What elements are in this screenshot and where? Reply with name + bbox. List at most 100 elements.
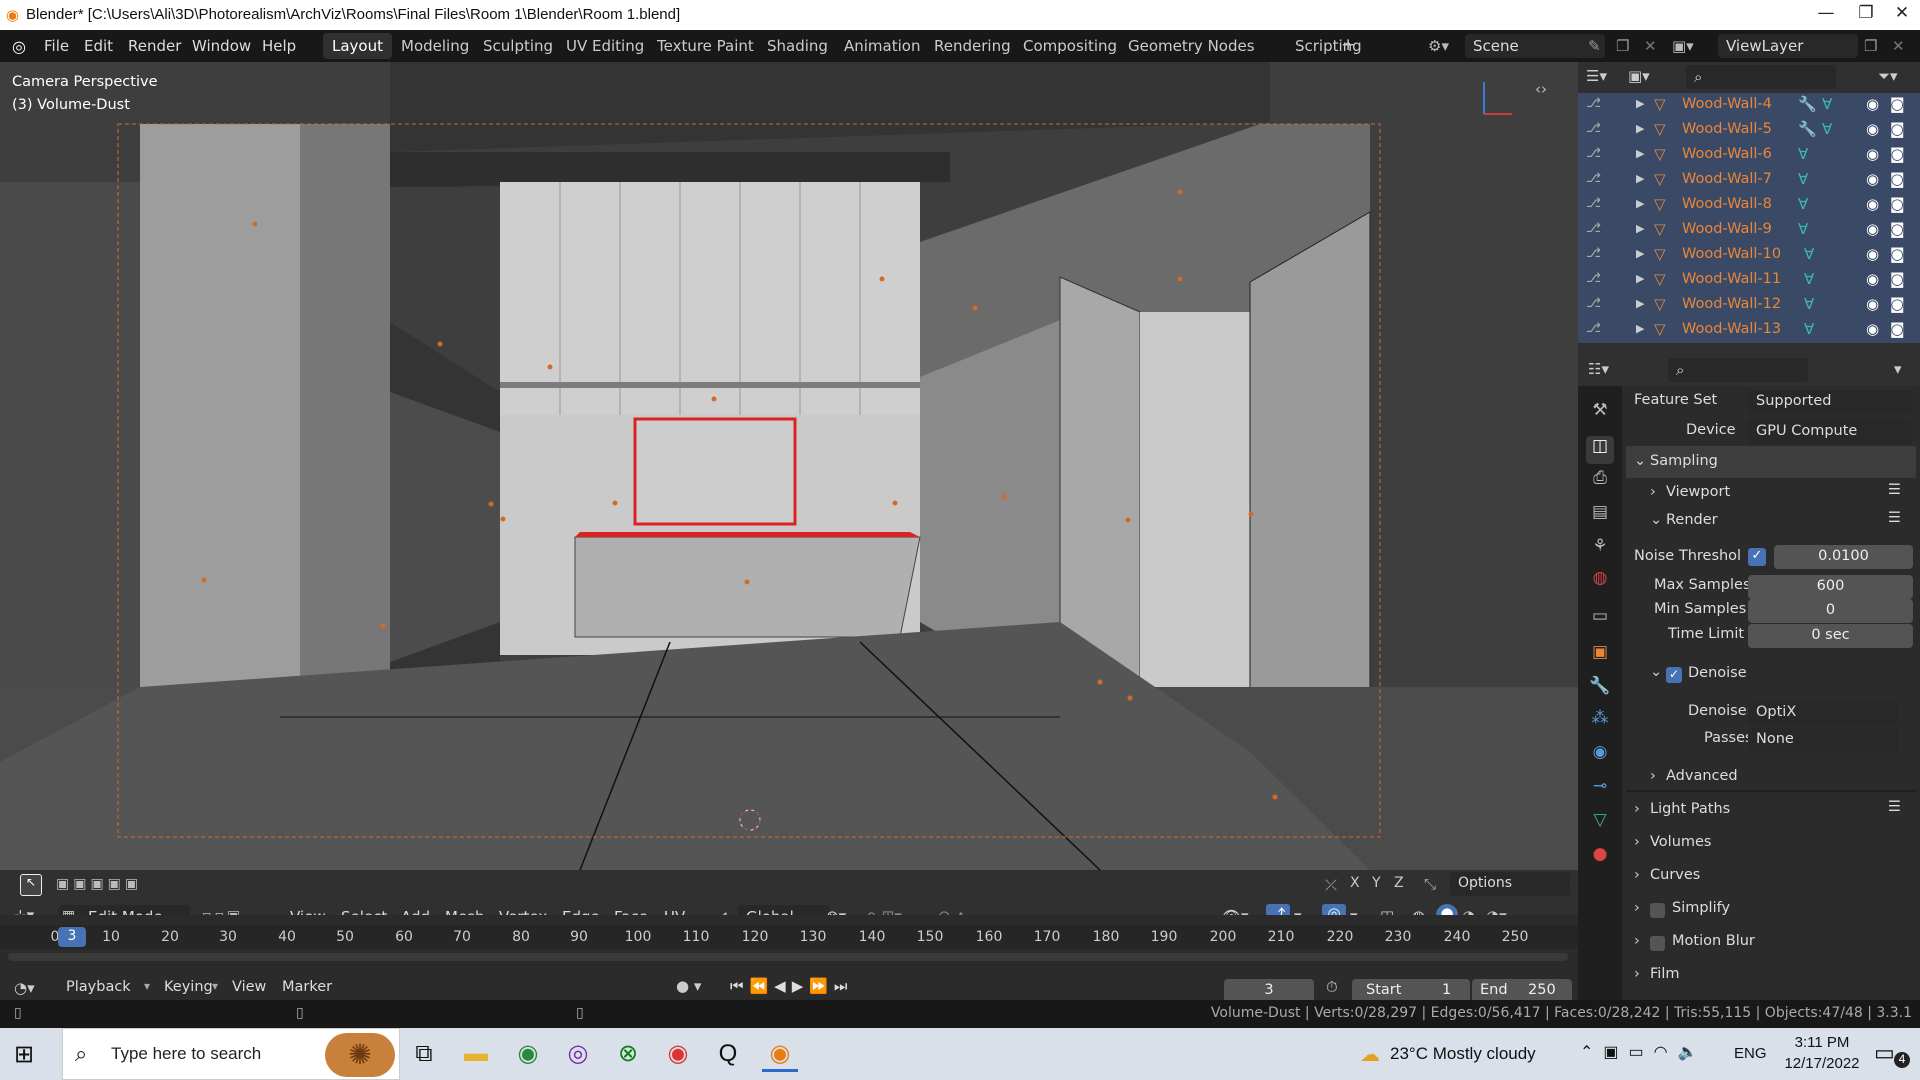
delete-scene-icon[interactable]: ✕ bbox=[1644, 37, 1657, 55]
search-app-icon[interactable]: Q bbox=[710, 1036, 746, 1072]
max-samples-value[interactable]: 600 bbox=[1748, 575, 1913, 599]
system-tray-icons[interactable]: ⌃▣▭◠🔈 bbox=[1580, 1042, 1708, 1062]
current-frame-indicator[interactable]: 3 bbox=[58, 927, 86, 947]
chrome-icon[interactable]: ◉ bbox=[510, 1036, 546, 1072]
tab-uv-editing[interactable]: UV Editing bbox=[557, 33, 653, 59]
frame-ruler[interactable]: 0 3 10 20 30 40 50 60 70 80 90 100 110 1… bbox=[0, 925, 1578, 949]
chrome-profile-icon[interactable]: ◉ bbox=[660, 1036, 696, 1072]
xbox-icon[interactable]: ⊗ bbox=[610, 1036, 646, 1072]
camera-icon[interactable]: ◙ bbox=[1890, 295, 1905, 313]
view-layer-icon[interactable]: ▣▾ bbox=[1672, 37, 1694, 55]
camera-icon[interactable]: ◙ bbox=[1890, 195, 1905, 213]
instagram-icon[interactable]: ◎ bbox=[560, 1036, 596, 1072]
tab-texture-paint[interactable]: Texture Paint bbox=[648, 33, 763, 59]
volumes-panel[interactable]: Volumes bbox=[1650, 834, 1711, 850]
world-tab-icon[interactable]: ◍ bbox=[1586, 568, 1614, 596]
render-tab-icon[interactable]: ◫ bbox=[1586, 436, 1614, 464]
outliner-row[interactable]: ⎇ ▶ ▽ Wood-Wall-5 🔧 ∀ ◉ ◙ bbox=[1578, 118, 1920, 143]
tab-compositing[interactable]: Compositing bbox=[1014, 33, 1126, 59]
minimize-button[interactable]: — bbox=[1808, 3, 1844, 23]
data-tab-icon[interactable]: ▽ bbox=[1586, 810, 1614, 838]
render-subpanel[interactable]: Render bbox=[1666, 512, 1718, 528]
menu-render[interactable]: Render bbox=[128, 37, 181, 55]
chevron-right-icon[interactable]: › bbox=[1650, 484, 1656, 500]
snap-icon[interactable]: ⤡ bbox=[1424, 875, 1436, 893]
properties-search-input[interactable]: ⌕ bbox=[1668, 358, 1808, 382]
playback-controls-icon[interactable]: ⏮⏪◀▶⏩⏭ bbox=[730, 977, 853, 995]
marker-menu[interactable]: Marker bbox=[282, 979, 332, 995]
file-explorer-icon[interactable]: ▬ bbox=[458, 1036, 494, 1072]
axis-y-toggle[interactable]: Y bbox=[1372, 875, 1381, 891]
time-limit-value[interactable]: 0 sec bbox=[1748, 624, 1913, 648]
denoise-checkbox[interactable]: ✓ bbox=[1666, 667, 1682, 683]
outliner-row[interactable]: ⎇ ▶ ▽ Wood-Wall-12 ∀ ◉ ◙ bbox=[1578, 293, 1920, 318]
eye-icon[interactable]: ◉ bbox=[1866, 220, 1879, 238]
timeline-scrollbar[interactable] bbox=[8, 953, 1568, 961]
outliner-row[interactable]: ⎇ ▶ ▽ Wood-Wall-6 ∀ ◉ ◙ bbox=[1578, 143, 1920, 168]
camera-icon[interactable]: ◙ bbox=[1890, 120, 1905, 138]
collection-tab-icon[interactable]: ▭ bbox=[1586, 606, 1614, 634]
eye-icon[interactable]: ◉ bbox=[1866, 120, 1879, 138]
eye-icon[interactable]: ◉ bbox=[1866, 145, 1879, 163]
close-button[interactable]: ✕ bbox=[1884, 3, 1920, 23]
view-layer-tab-icon[interactable]: ▤ bbox=[1586, 502, 1614, 530]
camera-icon[interactable]: ◙ bbox=[1890, 220, 1905, 238]
eye-icon[interactable]: ◉ bbox=[1866, 295, 1879, 313]
properties-options-icon[interactable]: ▾ bbox=[1894, 360, 1902, 378]
min-samples-value[interactable]: 0 bbox=[1748, 599, 1913, 623]
feature-set-dropdown[interactable]: Supported bbox=[1748, 390, 1913, 414]
scene-field[interactable]: Scene bbox=[1465, 34, 1605, 58]
language-indicator[interactable]: ENG bbox=[1734, 1045, 1767, 1062]
light-paths-panel[interactable]: Light Paths bbox=[1650, 801, 1730, 817]
notification-icon[interactable]: ▭ bbox=[1874, 1040, 1895, 1066]
gizmo-toggle-icon[interactable]: ⤫ bbox=[1325, 876, 1337, 894]
noise-threshold-checkbox[interactable]: ✓ bbox=[1748, 548, 1766, 566]
view-menu[interactable]: View bbox=[232, 979, 266, 995]
viewport-subpanel[interactable]: Viewport bbox=[1666, 484, 1730, 500]
presets-icon[interactable]: ☰ bbox=[1888, 799, 1901, 815]
simplify-panel[interactable]: Simplify bbox=[1672, 900, 1730, 916]
camera-icon[interactable]: ◙ bbox=[1890, 95, 1905, 113]
toggle-sidebar-icon[interactable]: ‹› bbox=[1535, 80, 1547, 98]
menu-window[interactable]: Window bbox=[192, 37, 251, 55]
curves-panel[interactable]: Curves bbox=[1650, 867, 1700, 883]
tab-animation[interactable]: Animation bbox=[835, 33, 929, 59]
output-tab-icon[interactable]: ⎙ bbox=[1586, 468, 1614, 496]
outliner-row[interactable]: ⎇ ▶ ▽ Wood-Wall-4 🔧 ∀ ◉ ◙ bbox=[1578, 93, 1920, 118]
menu-file[interactable]: File bbox=[44, 37, 69, 55]
menu-edit[interactable]: Edit bbox=[84, 37, 113, 55]
outliner-row[interactable]: ⎇ ▶ ▽ Wood-Wall-10 ∀ ◉ ◙ bbox=[1578, 243, 1920, 268]
material-tab-icon[interactable]: ● bbox=[1586, 844, 1614, 872]
playback-menu[interactable]: Playback bbox=[66, 979, 131, 995]
keying-menu[interactable]: Keying bbox=[164, 979, 213, 995]
film-panel[interactable]: Film bbox=[1650, 966, 1679, 982]
eye-icon[interactable]: ◉ bbox=[1866, 320, 1879, 338]
denoise-label[interactable]: Denoise bbox=[1688, 665, 1747, 681]
outliner-editor-icon[interactable]: ☰▾ bbox=[1586, 67, 1607, 85]
noise-threshold-value[interactable]: 0.0100 bbox=[1774, 545, 1913, 569]
axis-x-toggle[interactable]: X bbox=[1350, 875, 1360, 891]
constraints-tab-icon[interactable]: ⊸ bbox=[1586, 776, 1614, 804]
tab-shading[interactable]: Shading bbox=[758, 33, 837, 59]
add-workspace-button[interactable]: + bbox=[1332, 31, 1364, 57]
blender-menu-icon[interactable]: ◎ bbox=[12, 37, 26, 56]
advanced-subpanel[interactable]: Advanced bbox=[1666, 768, 1738, 784]
taskbar-search-input[interactable]: ⌕ Type here to search ✺ bbox=[62, 1028, 400, 1080]
camera-icon[interactable]: ◙ bbox=[1890, 145, 1905, 163]
eye-icon[interactable]: ◉ bbox=[1866, 245, 1879, 263]
device-dropdown[interactable]: GPU Compute bbox=[1748, 420, 1913, 444]
clock-date[interactable]: 12/17/2022 bbox=[1776, 1055, 1868, 1072]
camera-icon[interactable]: ◙ bbox=[1890, 170, 1905, 188]
outliner-row[interactable]: ⎇ ▶ ▽ Wood-Wall-8 ∀ ◉ ◙ bbox=[1578, 193, 1920, 218]
presets-icon[interactable]: ☰ bbox=[1888, 510, 1901, 526]
view-layer-field[interactable]: ViewLayer bbox=[1718, 34, 1858, 58]
navigation-gizmo[interactable] bbox=[1472, 74, 1522, 124]
scene-tab-icon[interactable]: ⚘ bbox=[1586, 536, 1614, 564]
timeline-editor-icon[interactable]: ◔▾ bbox=[14, 979, 35, 997]
scene-selector-icon[interactable]: ⚙▾ bbox=[1428, 37, 1449, 55]
motion-blur-panel[interactable]: Motion Blur bbox=[1672, 933, 1755, 949]
physics-tab-icon[interactable]: ◉ bbox=[1586, 742, 1614, 770]
tab-sculpting[interactable]: Sculpting bbox=[474, 33, 562, 59]
delete-view-layer-icon[interactable]: ✕ bbox=[1892, 37, 1905, 55]
outliner-search-input[interactable]: ⌕ bbox=[1686, 65, 1836, 89]
